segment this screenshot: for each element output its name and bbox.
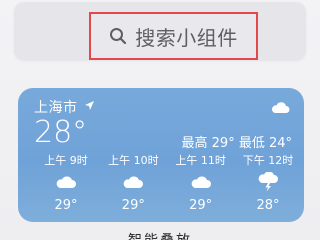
cloud-icon xyxy=(270,99,290,118)
hour-time: 上午 11时 xyxy=(175,154,226,167)
hour-time: 上午 9时 xyxy=(44,154,88,167)
thunderstorm-icon xyxy=(257,172,279,192)
hour-temperature: 29° xyxy=(54,198,78,213)
hourly-item: 上午 9时 29° xyxy=(36,152,96,213)
city-name: 上海市 xyxy=(34,100,78,116)
hour-temperature: 28° xyxy=(256,198,280,213)
search-placeholder: 搜索小组件 xyxy=(135,25,238,50)
hour-time: 上午 10时 xyxy=(108,154,159,167)
weather-widget[interactable]: 上海市 28° 最高 29° 最低 24° 上午 9时 29° 上午 10时 2… xyxy=(18,88,304,222)
hourly-item: 下午 12时 28° xyxy=(238,152,298,213)
high-low-temperature: 最高 29° 最低 24° xyxy=(181,136,292,151)
smart-stack-label: 智能叠放 xyxy=(0,230,320,240)
search-icon xyxy=(109,27,127,45)
hour-temperature: 29° xyxy=(121,198,145,213)
current-temperature: 28° xyxy=(34,115,88,150)
search-widgets-field[interactable]: 搜索小组件 xyxy=(89,12,258,60)
location-arrow-icon xyxy=(84,99,95,115)
hourly-item: 上午 11时 29° xyxy=(171,152,231,213)
hour-time: 下午 12时 xyxy=(242,154,294,167)
cloud-icon xyxy=(190,172,212,192)
cloud-icon xyxy=(55,172,77,192)
hourly-item: 上午 10时 29° xyxy=(103,152,163,213)
hour-temperature: 29° xyxy=(189,198,213,213)
hourly-forecast: 上午 9时 29° 上午 10时 29° 上午 11时 29° 下午 12时 2… xyxy=(36,152,298,213)
weather-location: 上海市 xyxy=(34,97,95,117)
search-bar-container: 搜索小组件 xyxy=(14,2,306,60)
cloud-icon xyxy=(122,172,144,192)
widget-gallery: 搜索小组件 上海市 28° 最高 29° 最低 24° 上午 9时 29° 上午… xyxy=(0,0,320,240)
